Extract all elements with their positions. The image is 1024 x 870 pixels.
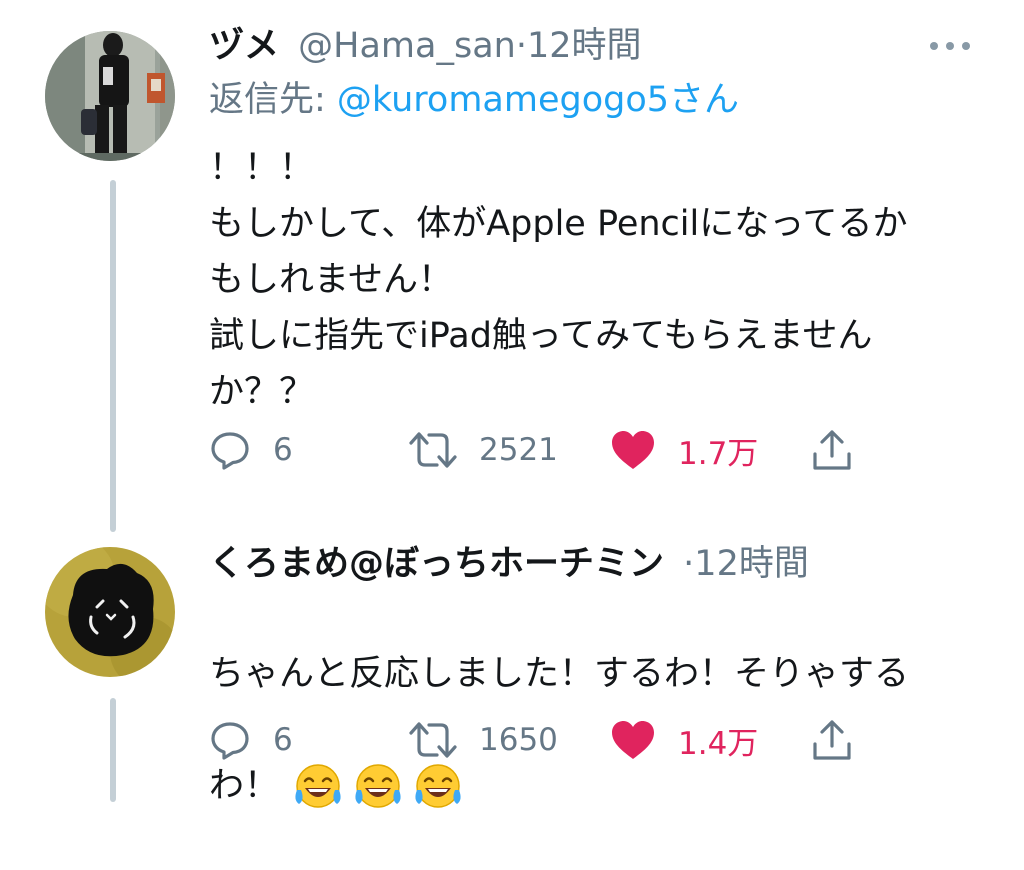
reply-count: 6: [273, 722, 293, 758]
heart-icon: [610, 429, 656, 471]
like-button[interactable]: 1.7万: [610, 428, 758, 472]
share-icon: [810, 718, 854, 762]
reply-icon: [209, 429, 251, 471]
tweet-text: ！！！ もしかして、体がApple Pencilになってるか もしれません！ 試…: [209, 148, 908, 412]
heart-icon: [610, 719, 656, 761]
tears-of-joy-emoji: [355, 764, 401, 808]
tweet-header: くろまめ@ぼっちホーチミン ·12時間: [209, 542, 809, 586]
tears-of-joy-emoji: [415, 764, 461, 808]
thread-line: [110, 698, 116, 802]
reply-count: 6: [273, 432, 293, 468]
share-icon: [810, 428, 854, 472]
retweet-icon: [409, 429, 457, 471]
timestamp[interactable]: 12時間: [527, 26, 642, 66]
tears-of-joy-emoji: [295, 764, 341, 808]
tweet-text-line: ちゃんと反応しました！するわ！そりゃする: [209, 654, 910, 694]
avatar[interactable]: [45, 31, 175, 161]
reply-to-mention[interactable]: @kuromamegogo5さん: [337, 80, 739, 120]
like-button[interactable]: 1.4万: [610, 718, 758, 762]
share-button[interactable]: [810, 718, 854, 762]
retweet-icon: [409, 719, 457, 761]
tweet-text: ちゃんと反応しました！するわ！そりゃする わ！: [209, 590, 909, 870]
retweet-count: 2521: [479, 432, 558, 468]
like-count: 1.4万: [678, 725, 759, 762]
tweet-text-line-part: わ！: [209, 766, 280, 806]
tweet-text-line: わ！: [209, 758, 909, 814]
display-name[interactable]: くろまめ@ぼっちホーチミン: [209, 544, 664, 584]
retweet-button[interactable]: 1650: [409, 718, 558, 762]
reply-button[interactable]: 6: [209, 428, 293, 472]
reply-icon: [209, 719, 251, 761]
timestamp[interactable]: 12時間: [694, 544, 809, 584]
retweet-button[interactable]: 2521: [409, 428, 558, 472]
share-button[interactable]: [810, 428, 854, 472]
separator: ·: [683, 544, 695, 584]
display-name[interactable]: ヅメ: [209, 26, 279, 66]
separator: ·: [515, 26, 527, 66]
thread-line: [110, 180, 116, 532]
handle[interactable]: @Hama_san: [298, 26, 516, 66]
retweet-count: 1650: [479, 722, 558, 758]
avatar[interactable]: [45, 547, 175, 677]
reply-to-prefix: 返信先:: [209, 80, 337, 120]
like-count: 1.7万: [678, 435, 759, 472]
more-icon[interactable]: [928, 38, 972, 57]
reply-to-line: 返信先: @kuromamegogo5さん: [209, 78, 739, 122]
tweet-header: ヅメ @Hama_san·12時間: [209, 24, 642, 68]
reply-button[interactable]: 6: [209, 718, 293, 762]
